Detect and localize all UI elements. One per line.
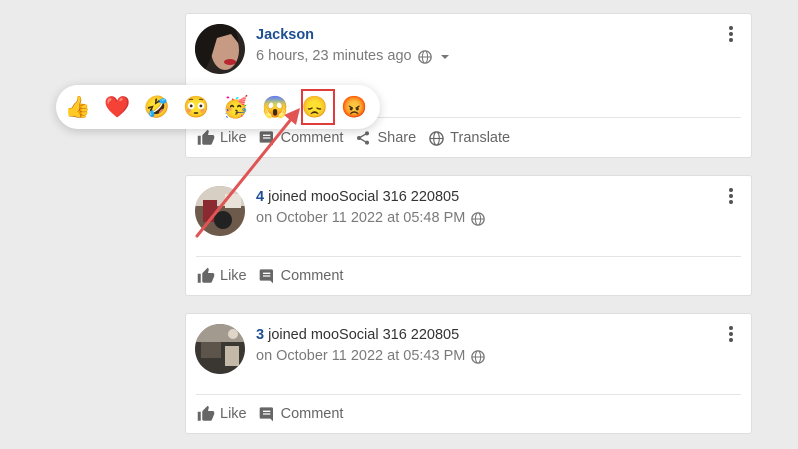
avatar[interactable]: [195, 186, 245, 236]
thumbs-up-icon: [197, 267, 215, 285]
reaction-scared-icon[interactable]: 😱: [262, 94, 288, 120]
comment-icon: [258, 405, 276, 423]
more-options-icon[interactable]: [727, 326, 735, 342]
divider: [196, 394, 741, 395]
like-button[interactable]: Like: [197, 129, 247, 147]
like-button[interactable]: Like: [197, 405, 247, 423]
feed-post-card: 3 joined mooSocial 316 220805 on October…: [185, 313, 752, 434]
post-actions: Like Comment Share Translate: [197, 129, 521, 147]
like-label: Like: [220, 268, 247, 284]
like-button[interactable]: Like: [197, 267, 247, 285]
thumbs-up-icon: [197, 129, 215, 147]
post-time[interactable]: on October 11 2022 at 05:48 PM: [256, 209, 465, 228]
comment-button[interactable]: Comment: [258, 405, 344, 423]
reaction-cool-icon[interactable]: 🥳: [223, 94, 249, 120]
chevron-down-icon[interactable]: [440, 52, 450, 62]
activity-text: joined mooSocial 316 220805: [268, 327, 460, 343]
post-header: Jackson 6 hours, 23 minutes ago: [256, 26, 450, 66]
post-actions: Like Comment: [197, 267, 354, 285]
post-time[interactable]: on October 11 2022 at 05:43 PM: [256, 347, 465, 366]
user-link[interactable]: 4: [256, 189, 264, 205]
reaction-like-icon[interactable]: 👍: [65, 94, 91, 120]
comment-label: Comment: [280, 268, 344, 284]
avatar[interactable]: [195, 324, 245, 374]
thumbs-up-icon: [197, 405, 215, 423]
translate-button[interactable]: Translate: [427, 129, 510, 147]
comment-button[interactable]: Comment: [258, 267, 344, 285]
divider: [196, 256, 741, 257]
translate-label: Translate: [450, 130, 511, 146]
post-header: 4 joined mooSocial 316 220805 on October…: [256, 188, 486, 228]
feed-post-card: 4 joined mooSocial 316 220805 on October…: [185, 175, 752, 296]
reaction-wow-icon[interactable]: 😳: [183, 94, 209, 120]
reaction-love-icon[interactable]: ❤️: [104, 94, 130, 120]
activity-text: joined mooSocial 316 220805: [268, 189, 460, 205]
user-link[interactable]: 3: [256, 327, 264, 343]
annotation-highlight-box: [301, 89, 335, 125]
comment-icon: [258, 129, 276, 147]
like-label: Like: [220, 130, 247, 146]
globe-icon: [417, 49, 432, 64]
globe-icon: [471, 211, 486, 226]
comment-label: Comment: [280, 130, 344, 146]
author-name[interactable]: Jackson: [256, 27, 314, 43]
share-button[interactable]: Share: [354, 129, 416, 147]
reaction-angry-icon[interactable]: 😡: [341, 94, 367, 120]
like-label: Like: [220, 406, 247, 422]
more-options-icon[interactable]: [727, 188, 735, 204]
comment-icon: [258, 267, 276, 285]
globe-icon: [471, 349, 486, 364]
comment-label: Comment: [280, 406, 344, 422]
comment-button[interactable]: Comment: [258, 129, 344, 147]
post-time[interactable]: 6 hours, 23 minutes ago: [256, 47, 412, 66]
post-actions: Like Comment: [197, 405, 354, 423]
post-header: 3 joined mooSocial 316 220805 on October…: [256, 326, 486, 366]
reaction-haha-icon[interactable]: 🤣: [144, 94, 170, 120]
share-label: Share: [377, 130, 417, 146]
more-options-icon[interactable]: [727, 26, 735, 42]
globe-icon: [427, 129, 445, 147]
share-icon: [354, 129, 372, 147]
avatar[interactable]: [195, 24, 245, 74]
